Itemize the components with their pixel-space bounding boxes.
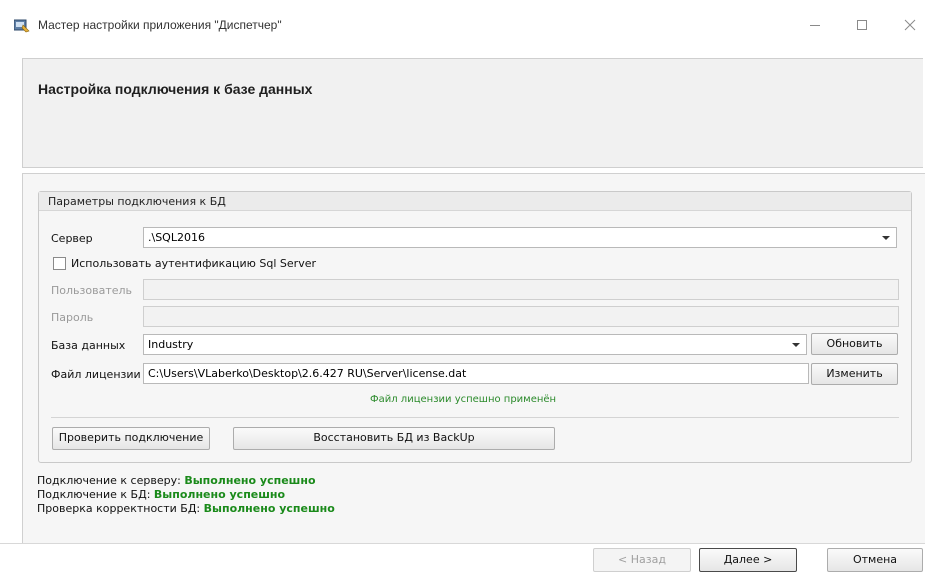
license-status-message: Файл лицензии успешно применён (370, 394, 557, 405)
minimize-button[interactable] (795, 13, 835, 37)
status-server-value: Выполнено успешно (184, 474, 316, 487)
change-license-button[interactable]: Изменить (811, 363, 898, 385)
status-db-label: Подключение к БД: (37, 488, 151, 501)
close-button[interactable] (890, 13, 925, 37)
password-label: Пароль (51, 311, 94, 324)
license-path-field[interactable]: C:\Users\VLaberko\Desktop\2.6.427 RU\Ser… (143, 363, 809, 384)
restore-db-button[interactable]: Восстановить БД из BackUp (233, 427, 555, 450)
page-title: Настройка подключения к базе данных (38, 81, 313, 97)
window-title: Мастер настройки приложения "Диспетчер" (38, 18, 282, 32)
back-button[interactable]: < Назад (593, 548, 691, 572)
status-check-value: Выполнено успешно (203, 502, 335, 515)
sql-auth-label[interactable]: Использовать аутентификацию Sql Server (71, 257, 316, 270)
server-value: .\SQL2016 (148, 231, 205, 244)
database-label: База данных (51, 339, 126, 352)
wizard-window: Мастер настройки приложения "Диспетчер" … (0, 0, 925, 575)
license-label: Файл лицензии (51, 368, 141, 381)
database-combobox[interactable]: Industry (143, 334, 807, 355)
minimize-icon (810, 25, 820, 26)
sql-auth-checkbox[interactable] (53, 257, 66, 270)
connection-params-group: Параметры подключения к БД Сервер .\SQL2… (38, 191, 912, 463)
chevron-down-icon[interactable] (882, 236, 890, 240)
status-server-label: Подключение к серверу: (37, 474, 181, 487)
wizard-footer: < Назад Далее > Отмена (0, 544, 925, 575)
chevron-down-icon[interactable] (792, 343, 800, 347)
database-value: Industry (148, 338, 194, 351)
cancel-button[interactable]: Отмена (827, 548, 923, 572)
status-check: Проверка корректности БД: Выполнено успе… (37, 502, 335, 515)
status-db: Подключение к БД: Выполнено успешно (37, 488, 285, 501)
group-separator (51, 417, 899, 418)
status-db-value: Выполнено успешно (153, 488, 286, 501)
group-title: Параметры подключения к БД (39, 192, 911, 211)
window-top-edge (0, 0, 925, 9)
license-path-value: C:\Users\VLaberko\Desktop\2.6.427 RU\Ser… (148, 367, 467, 380)
title-bar[interactable]: Мастер настройки приложения "Диспетчер" (0, 9, 925, 41)
server-label: Сервер (51, 232, 93, 245)
close-icon (904, 19, 916, 31)
wizard-header: Настройка подключения к базе данных (22, 58, 923, 168)
status-check-label: Проверка корректности БД: (37, 502, 201, 515)
refresh-button[interactable]: Обновить (811, 333, 898, 355)
next-button[interactable]: Далее > (699, 548, 797, 572)
status-server: Подключение к серверу: Выполнено успешно (37, 474, 316, 487)
maximize-icon (857, 20, 867, 30)
server-combobox[interactable]: .\SQL2016 (143, 227, 897, 248)
maximize-button[interactable] (842, 13, 882, 37)
check-connection-button[interactable]: Проверить подключение (52, 427, 210, 450)
user-field[interactable] (143, 279, 899, 300)
app-icon (13, 19, 30, 33)
password-field[interactable] (143, 306, 899, 327)
user-label: Пользователь (51, 284, 133, 297)
wizard-content: Параметры подключения к БД Сервер .\SQL2… (22, 173, 925, 543)
